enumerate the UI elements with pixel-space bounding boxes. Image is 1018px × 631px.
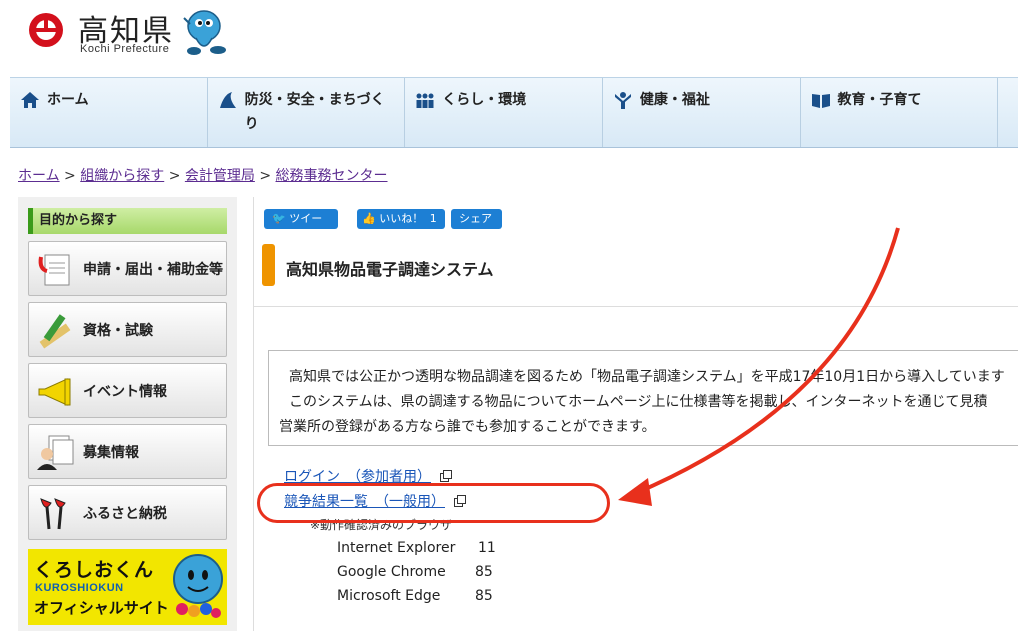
breadcrumb-separator: > xyxy=(259,168,272,184)
browser-name: Microsoft Edge xyxy=(337,588,441,604)
nav-more[interactable] xyxy=(998,78,1018,147)
megaphone-icon xyxy=(38,377,71,406)
sidebar-item-label: 資格・試験 xyxy=(83,322,153,339)
sidebar-item-qualification[interactable]: 資格・試験 xyxy=(28,302,227,357)
nav-bousai[interactable]: 防災・安全・まちづくり xyxy=(208,78,406,147)
browser-version: 85 xyxy=(475,564,493,580)
tsunami-icon xyxy=(219,92,236,108)
nav-kyouiku-label: 教育・子育て xyxy=(837,92,922,108)
kuroshio-mascot-icon xyxy=(173,554,223,618)
twitter-icon: 🐦 xyxy=(272,212,286,225)
kuroshio-mascot-icon xyxy=(183,10,226,55)
browser-version: 11 xyxy=(478,540,496,556)
book-icon xyxy=(811,94,830,108)
breadcrumb-home[interactable]: ホーム xyxy=(18,168,60,184)
sidebar-item-furusato[interactable]: ふるさと納税 xyxy=(28,485,227,540)
tweet-button[interactable]: 🐦 ツイート xyxy=(264,209,338,245)
thumbs-up-icon: 👍 xyxy=(362,212,376,225)
sidebar-item-label: ふるさと納税 xyxy=(83,505,167,522)
nav-kurashi[interactable]: くらし・環境 xyxy=(405,78,603,147)
nav-home-label: ホーム xyxy=(47,92,89,108)
breadcrumb-separator: > xyxy=(168,168,181,184)
sidebar-item-recruitment[interactable]: 募集情報 xyxy=(28,424,227,479)
nav-home[interactable]: ホーム xyxy=(10,78,208,147)
naruko-icon xyxy=(40,497,66,529)
breadcrumb: ホーム > 組織から探す > 会計管理局 > 総務事務センター xyxy=(18,165,388,185)
annotation-arrow-icon xyxy=(618,227,900,506)
banner-english: KUROSHIOKUN xyxy=(35,582,124,594)
external-window-icon xyxy=(440,470,453,482)
page-title: 高知県物品電子調達システム xyxy=(286,260,494,279)
nav-kyouiku[interactable]: 教育・子育て xyxy=(801,78,999,147)
like-count: 1 xyxy=(429,212,437,225)
kuroshiokun-banner[interactable]: くろしおくん KUROSHIOKUN オフィシャルサイト xyxy=(28,549,227,625)
sidebar-item-label: 申請・届出・補助金等 xyxy=(83,261,223,278)
nav-kenkou[interactable]: 健康・福祉 xyxy=(603,78,801,147)
highlight-circle xyxy=(257,483,610,523)
nav-kurashi-label: くらし・環境 xyxy=(442,92,527,108)
nav-kenkou-label: 健康・福祉 xyxy=(639,92,710,108)
title-accent-bar xyxy=(262,244,275,286)
browser-name: Internet Explorer xyxy=(337,540,456,556)
share-button[interactable]: シェア xyxy=(451,209,502,229)
site-subtitle: Kochi Prefecture xyxy=(80,43,170,55)
like-label: いいね！ xyxy=(379,212,424,225)
person-arms-icon xyxy=(614,92,631,109)
kochi-emblem-icon xyxy=(29,13,63,47)
banner-site-label: オフィシャルサイト xyxy=(34,599,169,617)
sidebar-item-events[interactable]: イベント情報 xyxy=(28,363,227,418)
sidebar-heading: 目的から探す xyxy=(28,208,227,234)
pencil-ruler-icon xyxy=(39,313,71,348)
breadcrumb-separator: > xyxy=(64,168,76,184)
form-icon xyxy=(38,254,70,285)
browser-name: Google Chrome xyxy=(337,564,446,580)
breadcrumb-general-affairs-center[interactable]: 総務事務センター xyxy=(276,168,388,184)
people-icon xyxy=(416,93,434,108)
browser-version: 85 xyxy=(475,588,493,604)
sidebar-item-application[interactable]: 申請・届出・補助金等 xyxy=(28,241,227,296)
nav-bousai-label: 防災・安全・まちづくり xyxy=(244,92,385,132)
like-button[interactable]: 👍 いいね！ 1 xyxy=(357,209,445,229)
home-icon xyxy=(21,92,39,108)
breadcrumb-accounting-bureau[interactable]: 会計管理局 xyxy=(185,168,255,184)
sidebar-item-label: 募集情報 xyxy=(83,444,139,461)
banner-title: くろしおくん xyxy=(34,559,155,581)
global-nav: ホーム 防災・安全・まちづくり くらし・環境 健康・福祉 教育・子育て xyxy=(10,77,1018,148)
sidebar-item-label: イベント情報 xyxy=(83,383,167,400)
breadcrumb-organization[interactable]: 組織から探す xyxy=(80,168,164,184)
recruit-icon xyxy=(37,435,74,470)
